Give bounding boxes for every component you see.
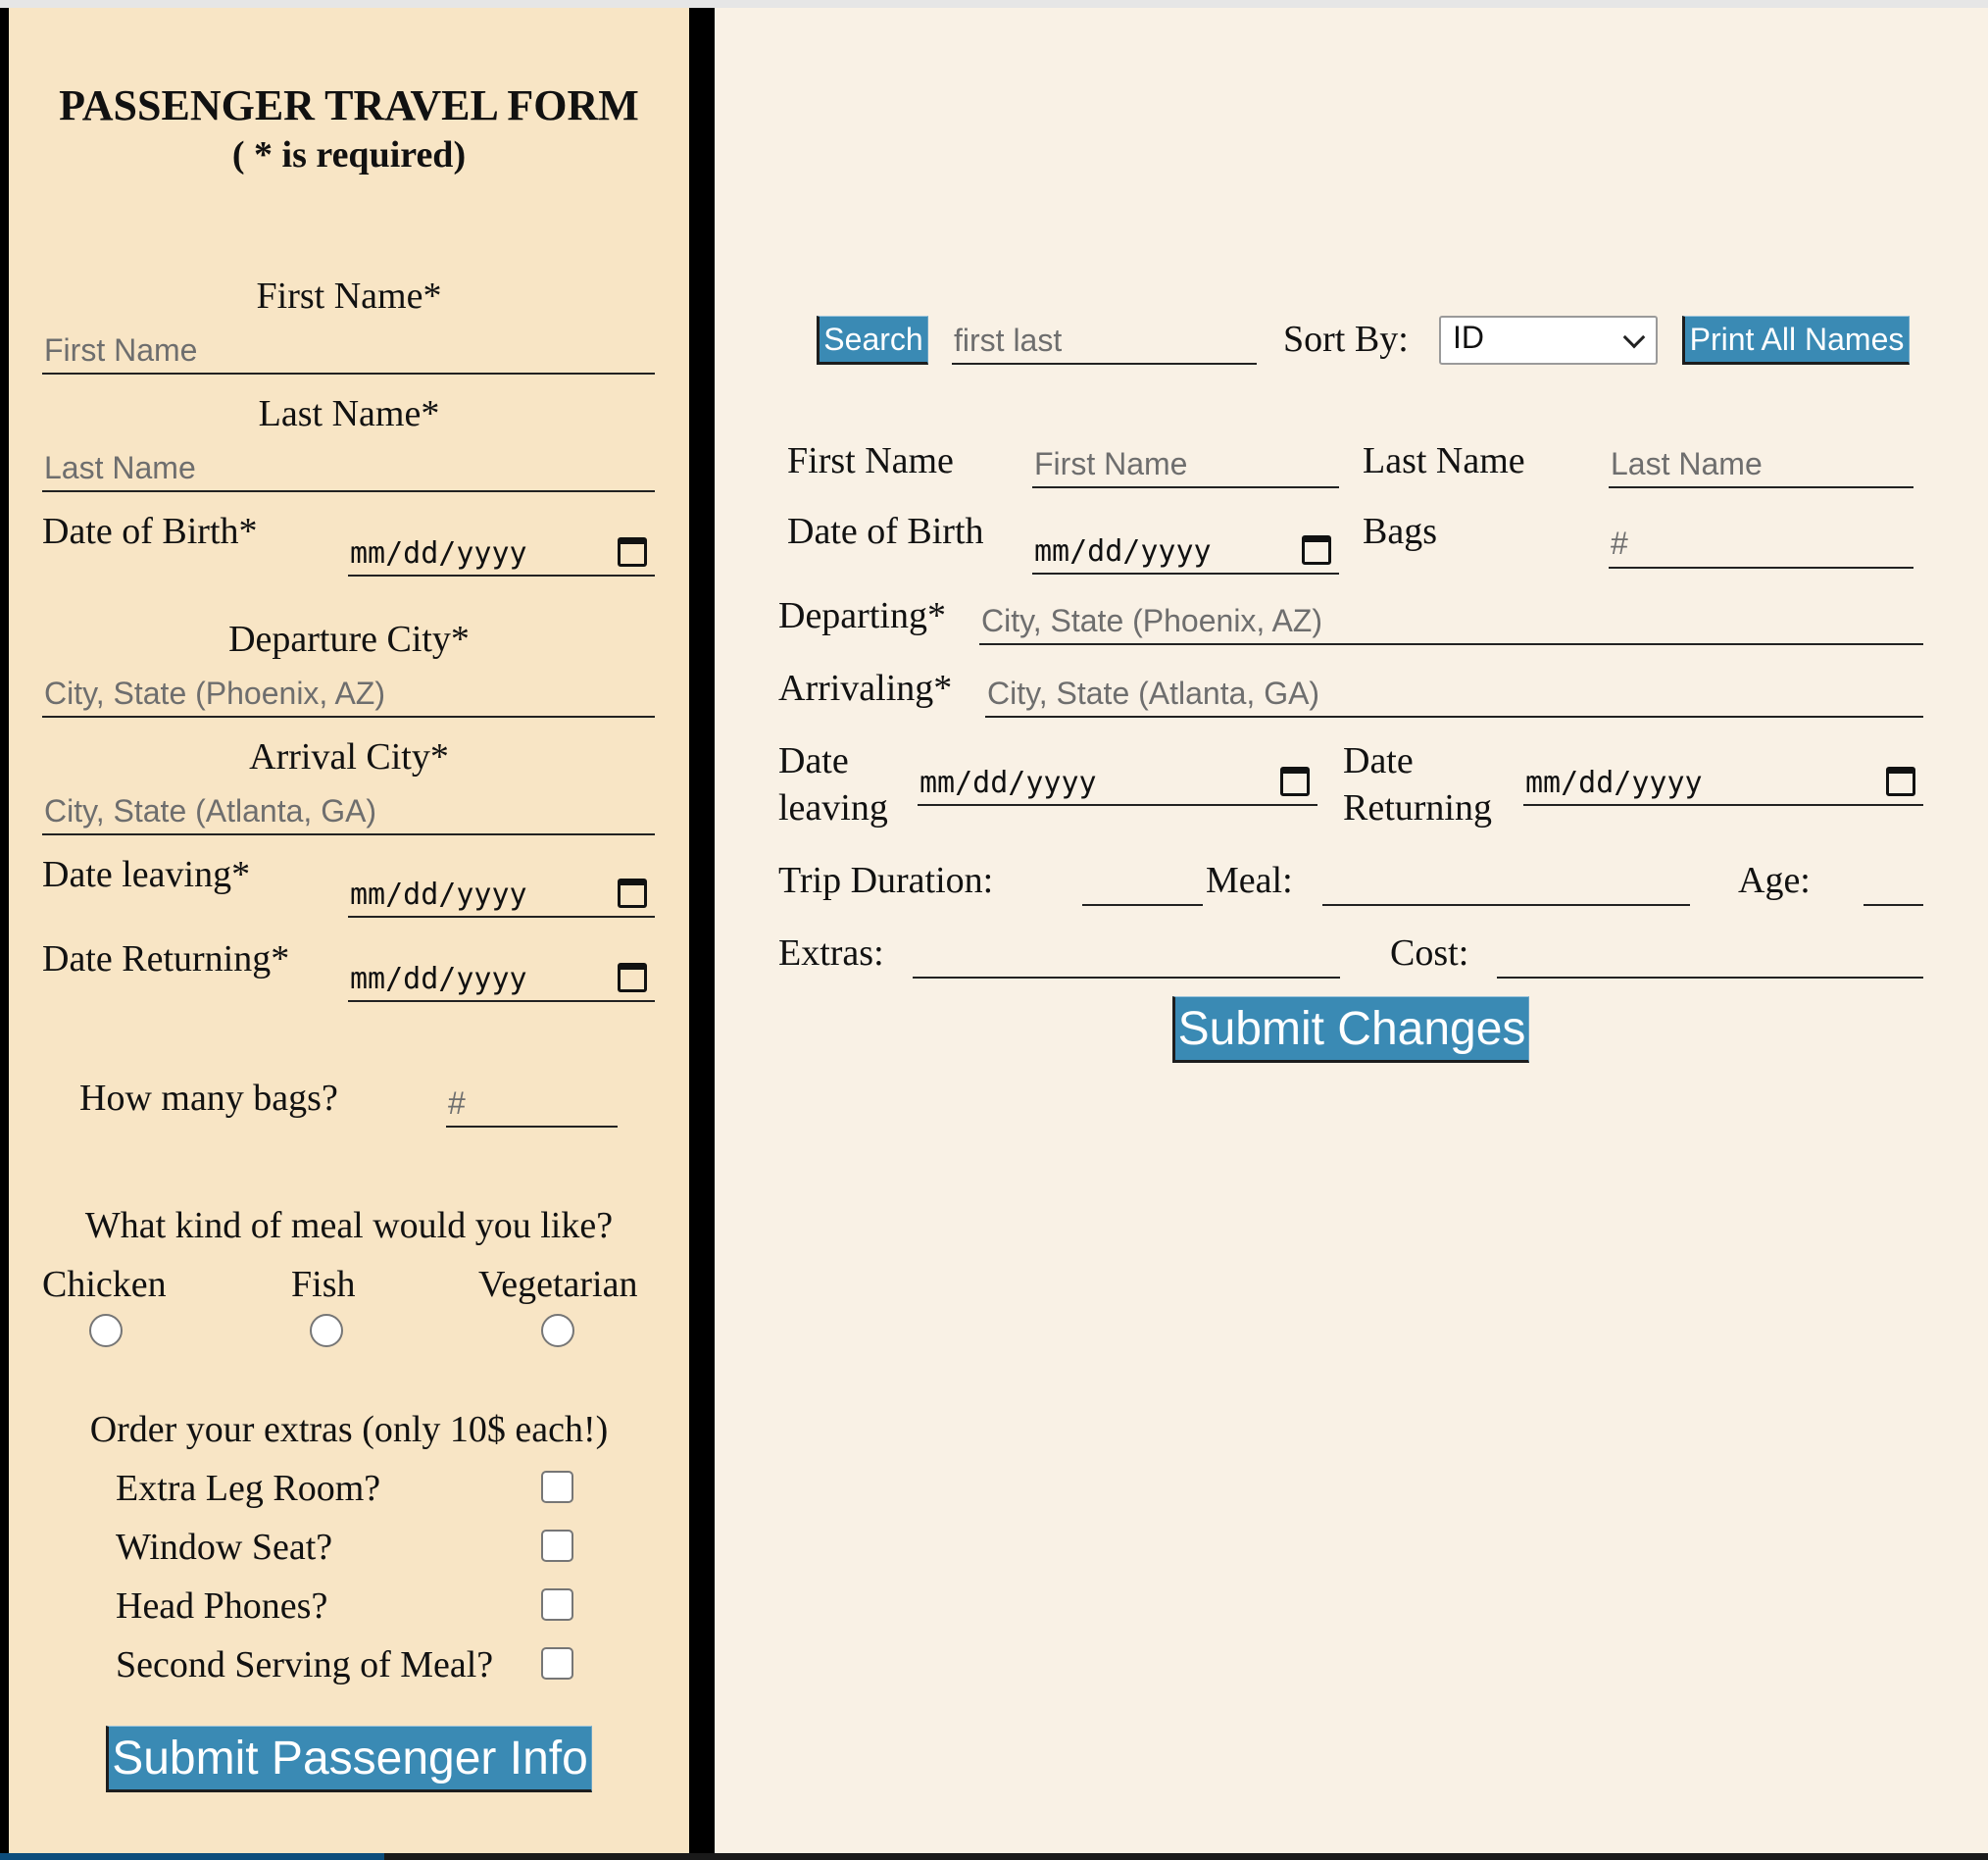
first-name-label: First Name*: [256, 276, 442, 317]
meal-question: What kind of meal would you like?: [84, 1205, 614, 1246]
submit-changes-button[interactable]: Submit Changes: [1172, 996, 1529, 1063]
date-leaving-text: mm/dd/yyyy: [350, 878, 527, 912]
sort-by-label: Sort By:: [1283, 319, 1409, 360]
second-serving-label: Second Serving of Meal?: [116, 1644, 494, 1685]
meal-value: [1322, 859, 1690, 906]
extras-value: [913, 931, 1340, 979]
date-leaving-label: Date leaving*: [42, 854, 251, 895]
extras-question: Order your extras (only 10$ each!): [89, 1409, 609, 1450]
age-value: [1864, 859, 1923, 906]
edit-bags-input[interactable]: [1609, 520, 1913, 569]
search-input[interactable]: [952, 318, 1257, 365]
edit-date-returning-label-line2: Returning: [1343, 787, 1492, 829]
departure-city-input[interactable]: [42, 671, 655, 718]
sort-by-select[interactable]: ID: [1439, 316, 1658, 365]
edit-first-name-input[interactable]: [1032, 441, 1339, 488]
edit-date-leaving-label-line2: leaving: [778, 787, 888, 829]
date-returning-text: mm/dd/yyyy: [350, 962, 527, 996]
panel-divider: [689, 8, 715, 1860]
sort-by-value: ID: [1453, 320, 1484, 355]
calendar-icon[interactable]: [1886, 767, 1915, 796]
vegetarian-radio[interactable]: [541, 1314, 574, 1347]
arrival-city-input[interactable]: [42, 788, 655, 835]
calendar-icon[interactable]: [1280, 767, 1310, 796]
window-seat-checkbox[interactable]: [541, 1530, 573, 1562]
extras-label: Extras:: [778, 932, 884, 974]
edit-dob-text: mm/dd/yyyy: [1034, 534, 1212, 569]
submit-passenger-info-button[interactable]: Submit Passenger Info: [106, 1726, 592, 1792]
passenger-form-panel: PASSENGER TRAVEL FORM ( * is required) F…: [9, 8, 689, 1860]
print-all-names-button[interactable]: Print All Names: [1682, 316, 1910, 365]
bottom-bar: [0, 1853, 1988, 1860]
date-returning-input[interactable]: mm/dd/yyyy: [348, 941, 655, 1002]
age-label: Age:: [1738, 860, 1811, 901]
cost-value: [1497, 931, 1923, 979]
date-returning-label: Date Returning*: [42, 938, 290, 980]
fish-radio[interactable]: [310, 1314, 343, 1347]
trip-duration-value: [1082, 859, 1203, 906]
edit-date-returning-input[interactable]: mm/dd/yyyy: [1523, 745, 1923, 806]
meal-option-chicken: Chicken: [42, 1264, 167, 1305]
head-phones-label: Head Phones?: [116, 1585, 328, 1627]
departure-city-label: Departure City*: [228, 619, 470, 660]
bottom-bar-accent: [0, 1853, 384, 1860]
edit-dob-label: Date of Birth: [787, 511, 984, 552]
meal-option-vegetarian: Vegetarian: [478, 1264, 638, 1305]
edit-dob-input[interactable]: mm/dd/yyyy: [1032, 514, 1339, 575]
form-subtitle: ( * is required): [231, 134, 467, 176]
edit-date-leaving-label-line1: Date: [778, 740, 849, 781]
edit-date-leaving-input[interactable]: mm/dd/yyyy: [918, 745, 1317, 806]
first-name-input[interactable]: [42, 327, 655, 375]
dob-label: Date of Birth*: [42, 511, 258, 552]
trip-duration-label: Trip Duration:: [778, 860, 994, 901]
calendar-icon[interactable]: [618, 879, 647, 908]
edit-bags-label: Bags: [1363, 511, 1437, 552]
edit-date-returning-label-line1: Date: [1343, 740, 1414, 781]
dob-date-input[interactable]: mm/dd/yyyy: [348, 516, 655, 577]
arriving-input[interactable]: [985, 671, 1923, 718]
search-button[interactable]: Search: [817, 316, 928, 365]
chevron-down-icon: [1622, 326, 1646, 349]
left-edge: [0, 8, 9, 1860]
calendar-icon[interactable]: [618, 963, 647, 992]
window-seat-label: Window Seat?: [116, 1527, 333, 1568]
departing-label: Departing*: [778, 595, 946, 636]
calendar-icon[interactable]: [618, 537, 647, 567]
extra-leg-room-checkbox[interactable]: [541, 1471, 573, 1503]
top-border: [0, 0, 1988, 8]
date-leaving-input[interactable]: mm/dd/yyyy: [348, 857, 655, 918]
dob-date-text: mm/dd/yyyy: [350, 536, 527, 571]
edit-last-name-input[interactable]: [1609, 441, 1913, 488]
edit-first-name-label: First Name: [787, 440, 954, 481]
form-title: PASSENGER TRAVEL FORM: [59, 81, 639, 129]
arrival-city-label: Arrival City*: [249, 736, 449, 778]
meal-label: Meal:: [1206, 860, 1293, 901]
arriving-label: Arrivaling*: [778, 668, 953, 709]
departing-input[interactable]: [979, 598, 1923, 645]
second-serving-checkbox[interactable]: [541, 1647, 573, 1680]
head-phones-checkbox[interactable]: [541, 1588, 573, 1621]
bags-input[interactable]: [446, 1081, 618, 1128]
edit-date-returning-text: mm/dd/yyyy: [1525, 766, 1703, 800]
last-name-input[interactable]: [42, 445, 655, 492]
extra-leg-room-label: Extra Leg Room?: [116, 1468, 381, 1509]
passenger-edit-panel: Search Sort By: ID Print All Names First…: [715, 8, 1988, 1860]
meal-option-fish: Fish: [291, 1264, 356, 1305]
last-name-label: Last Name*: [258, 393, 440, 434]
edit-date-leaving-text: mm/dd/yyyy: [919, 766, 1097, 800]
calendar-icon[interactable]: [1302, 535, 1331, 565]
bags-label: How many bags?: [79, 1078, 338, 1119]
edit-last-name-label: Last Name: [1363, 440, 1525, 481]
cost-label: Cost:: [1390, 932, 1469, 974]
chicken-radio[interactable]: [89, 1314, 123, 1347]
